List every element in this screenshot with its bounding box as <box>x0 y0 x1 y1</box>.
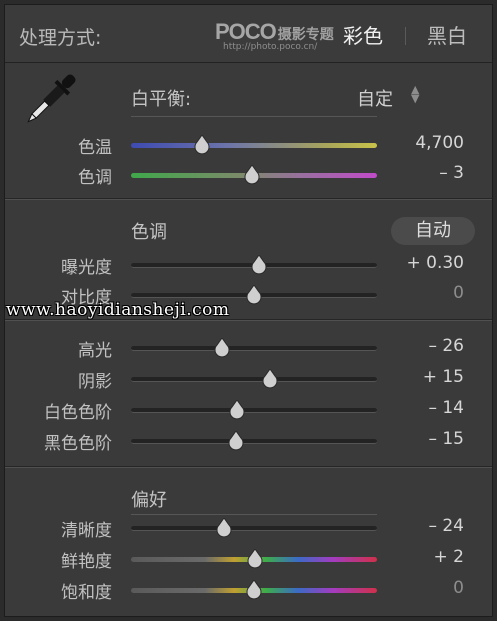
saturation-value[interactable]: 0 <box>453 578 464 598</box>
highlights-label: 高光 <box>78 341 112 361</box>
clarity-label: 清晰度 <box>61 521 112 541</box>
exposure-label: 曝光度 <box>61 258 112 278</box>
vibrance-value[interactable]: + 2 <box>434 547 464 567</box>
divider <box>5 320 492 321</box>
treatment-separator <box>405 27 406 45</box>
blacks-slider-track[interactable] <box>131 439 377 444</box>
highlights-value[interactable]: – 26 <box>428 336 464 356</box>
treatment-color-button[interactable]: 彩色 <box>343 20 383 49</box>
wb-underline <box>131 116 377 117</box>
clarity-slider-row: 清晰度 – 24 <box>5 512 492 542</box>
shadows-slider-row: 阴影 + 15 <box>5 363 492 393</box>
blacks-slider-thumb[interactable] <box>227 430 245 451</box>
white-balance-label: 白平衡: <box>131 89 192 110</box>
poco-watermark: POCO 摄影专题 http://photo.poco.cn/ <box>215 19 334 52</box>
tint-value[interactable]: – 3 <box>439 163 464 183</box>
saturation-slider-thumb[interactable] <box>245 579 263 600</box>
blacks-label: 黑色色阶 <box>44 434 112 454</box>
auto-tone-button[interactable]: 自动 <box>391 217 475 245</box>
whites-label: 白色色阶 <box>44 403 112 423</box>
clarity-slider-track[interactable] <box>131 526 377 531</box>
whites-slider-track[interactable] <box>131 408 377 413</box>
exposure-slider-thumb[interactable] <box>250 254 268 275</box>
eyedropper-icon[interactable] <box>21 69 81 129</box>
vibrance-label: 鲜艳度 <box>61 552 112 572</box>
exposure-value[interactable]: + 0.30 <box>407 253 465 273</box>
white-balance-select[interactable]: 自定 <box>357 85 393 111</box>
whites-value[interactable]: – 14 <box>428 398 464 418</box>
highlights-slider-track[interactable] <box>131 346 377 351</box>
poco-brand: POCO <box>215 19 277 44</box>
temperature-label: 色温 <box>78 138 112 158</box>
treatment-bw-button[interactable]: 黑白 <box>427 20 467 49</box>
blacks-value[interactable]: – 15 <box>428 429 464 449</box>
tint-label: 色调 <box>78 168 112 188</box>
divider <box>5 199 492 200</box>
vibrance-slider-row: 鲜艳度 + 2 <box>5 543 492 573</box>
temperature-value[interactable]: 4,700 <box>415 133 464 153</box>
shadows-label: 阴影 <box>78 372 112 392</box>
poco-cn: 摄影专题 <box>277 27 334 43</box>
shadows-slider-track[interactable] <box>131 377 377 382</box>
site-watermark: www.haoyidiansheji.com <box>6 300 230 320</box>
highlights-slider-thumb[interactable] <box>213 337 231 358</box>
clarity-slider-thumb[interactable] <box>215 517 233 538</box>
whites-slider-row: 白色色阶 – 14 <box>5 394 492 424</box>
shadows-slider-thumb[interactable] <box>261 368 279 389</box>
saturation-label: 饱和度 <box>61 583 112 603</box>
tone-heading: 色调 <box>131 222 167 243</box>
updown-chevron-icon[interactable]: ▲ ▼ <box>411 84 419 104</box>
contrast-slider-thumb[interactable] <box>245 284 263 305</box>
divider <box>5 467 492 468</box>
vibrance-slider-thumb[interactable] <box>246 548 264 569</box>
presence-heading: 偏好 <box>131 490 167 511</box>
panel-header: 处理方式: POCO 摄影专题 http://photo.poco.cn/ 彩色 … <box>5 5 492 63</box>
temperature-slider-row: 色温 4,700 <box>5 129 492 159</box>
whites-slider-thumb[interactable] <box>228 399 246 420</box>
treatment-label: 处理方式: <box>19 27 102 49</box>
temperature-slider-thumb[interactable] <box>193 134 211 155</box>
temperature-slider-track[interactable] <box>131 143 377 148</box>
tint-slider-row: 色调 – 3 <box>5 159 492 189</box>
shadows-value[interactable]: + 15 <box>423 367 464 387</box>
saturation-slider-row: 饱和度 0 <box>5 574 492 604</box>
tint-slider-thumb[interactable] <box>243 164 261 185</box>
blacks-slider-row: 黑色色阶 – 15 <box>5 425 492 455</box>
exposure-slider-row: 曝光度 + 0.30 <box>5 249 492 279</box>
clarity-value[interactable]: – 24 <box>428 516 464 536</box>
contrast-value[interactable]: 0 <box>453 283 464 303</box>
poco-url: http://photo.poco.cn/ <box>223 42 318 52</box>
highlights-slider-row: 高光 – 26 <box>5 332 492 362</box>
